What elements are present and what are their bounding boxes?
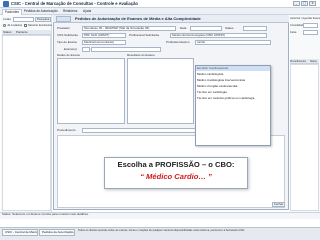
show-deleted-checkbox[interactable] — [24, 24, 27, 27]
cns-label: CNS Solicitante — [57, 33, 79, 37]
app-title: CSIC - Central de Marcação de Consultas … — [11, 1, 138, 6]
menu-item-pedidos[interactable]: Pedidos de Autorização — [22, 9, 60, 14]
menu-item-relatorios[interactable]: Relatórios — [61, 9, 79, 14]
range-select[interactable] — [303, 30, 318, 35]
date-input[interactable] — [190, 26, 222, 31]
right-panel-title: Autorizar / Agendar Execução — [290, 17, 320, 20]
status-select[interactable] — [243, 26, 267, 31]
consolidated-select[interactable] — [303, 23, 318, 28]
taskbar-item-main[interactable]: CSIC - Central de Marcação — [2, 229, 38, 236]
prof-label: Profissional Solicitante — [129, 33, 160, 37]
unit-input[interactable]: Simulacao 06 - 0002/PEP (Mat da Simulaçã… — [82, 26, 176, 31]
taskbar-item-dialog[interactable]: Pedidos de Autorização de... — [39, 229, 75, 236]
exam-type-label: Tipo de Exame — [57, 40, 78, 44]
show-deleted-label: Mostrar Excluídos — [28, 23, 53, 27]
cns-input[interactable]: PDF SAO (ADMIT) — [82, 33, 126, 38]
exam-result-textarea[interactable] — [127, 58, 194, 124]
exam-type-select[interactable]: Médica(Concomitante) — [82, 40, 126, 45]
dropdown-option[interactable]: Médico cirurgião cardiovascular — [196, 84, 270, 89]
close-button[interactable]: x — [309, 1, 316, 6]
filter-input[interactable] — [13, 17, 34, 22]
dialog-tab-icon — [56, 16, 71, 22]
right-grid[interactable] — [290, 64, 319, 211]
filter-label: Listas — [3, 17, 11, 21]
status-label: Status — [225, 26, 234, 30]
listed-radio-label: Já Listados — [7, 23, 23, 27]
dropdown-option[interactable]: Médico Cardiologista Intervencionista — [196, 78, 270, 83]
dropdown-option[interactable]: Técnico em métodos gráficos em cardiolog… — [196, 96, 270, 101]
listed-radio[interactable] — [3, 24, 6, 27]
date-label: Data — [180, 26, 187, 30]
exam-data-textarea[interactable] — [57, 58, 125, 124]
exams-label: Exame(s) — [64, 47, 77, 51]
dropdown-option[interactable]: Médico cardiologista — [196, 72, 270, 77]
patient-grid[interactable] — [2, 35, 51, 211]
menu-item-ajuda[interactable]: Ajuda — [81, 9, 93, 14]
dropdown-option[interactable]: Escolher Cardiovascular — [196, 66, 270, 72]
dialog-title: Pedidos de Autorização de Exames de Médi… — [75, 16, 201, 21]
unit-label: Prestador — [57, 26, 71, 30]
exams-code-input[interactable] — [82, 47, 90, 52]
procedure-label: Procedimento — [57, 128, 76, 132]
maximize-button[interactable]: □ — [301, 1, 308, 6]
minimize-button[interactable]: _ — [293, 1, 300, 6]
prof-input[interactable]: Médico Endocrinologista (CBO 225155) — [170, 33, 267, 38]
status-text: Status: Selecione um Exame na lista para… — [2, 212, 89, 216]
dropdown-option[interactable]: Técnico em cardiologia — [196, 90, 270, 95]
close-dialog-button[interactable]: Fechar — [272, 202, 286, 207]
dest-prof-input[interactable]: cardio — [195, 40, 271, 45]
callout-line1: Escolha a PROFISSÃO – o CBO: — [117, 160, 235, 169]
procedure-input[interactable] — [82, 128, 198, 133]
callout-line2: “ Médico Cardio… ” — [140, 172, 212, 181]
app-logo-icon — [3, 1, 9, 7]
range-label: Faixa — [290, 31, 297, 34]
exams-desc-input[interactable] — [91, 47, 161, 52]
search-button[interactable]: Pesquisa — [35, 17, 52, 22]
dest-prof-label: Profissão Destino — [166, 40, 190, 44]
copyright-text: Todos os direitos autorais sobre as marc… — [78, 229, 245, 232]
